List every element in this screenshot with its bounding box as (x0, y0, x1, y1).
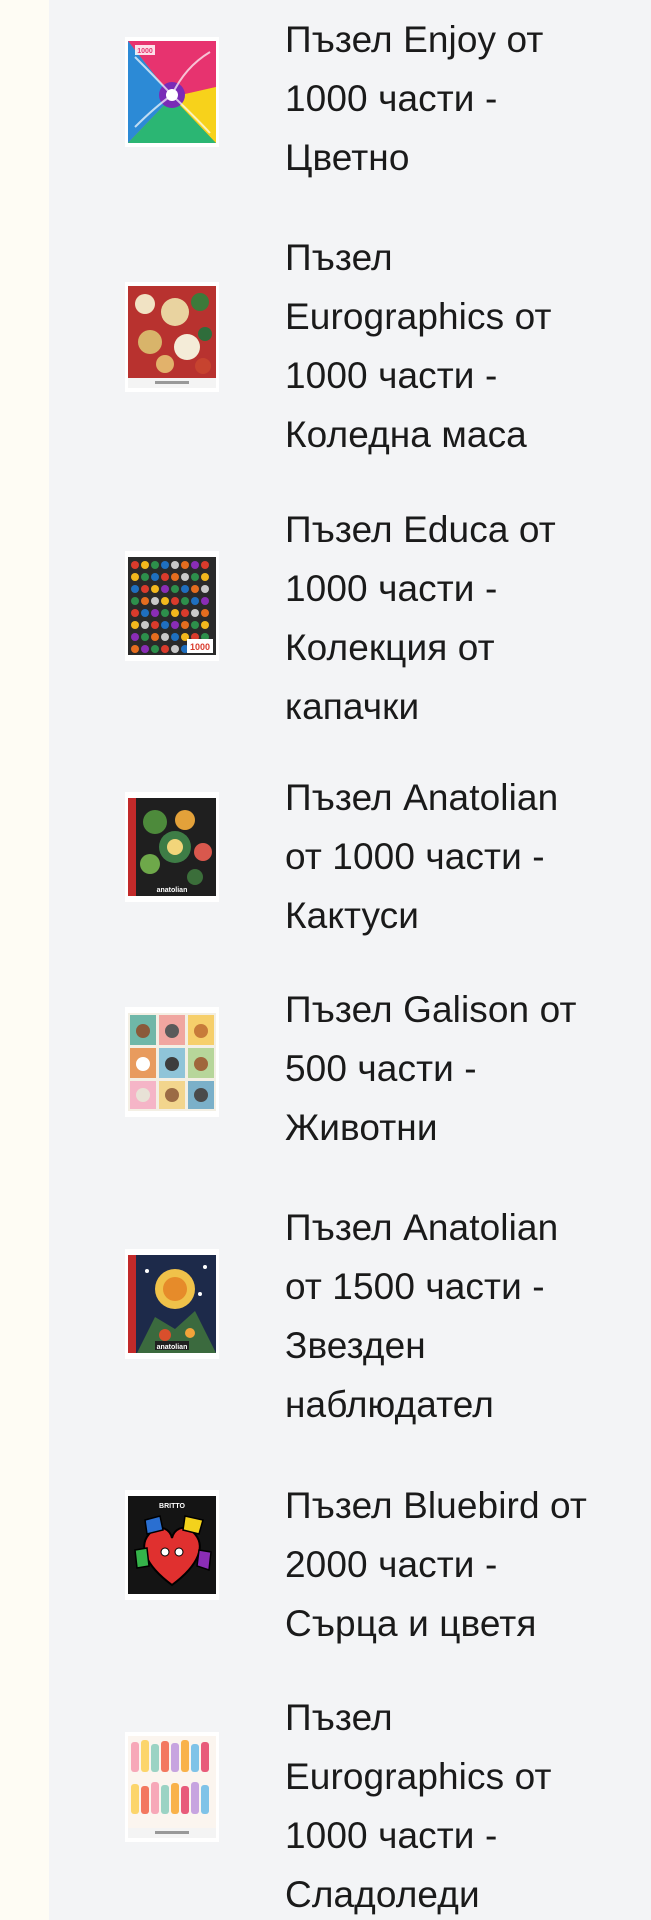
product-item[interactable]: anatolian Пъзел Anatolian от 1000 части … (49, 762, 651, 974)
product-item[interactable]: BRITTO Пъзел Bluebird от 2000 части - Съ… (49, 1470, 651, 1682)
product-item[interactable]: Пъзел Eurographics от 1000 части - Колед… (49, 218, 651, 490)
product-title[interactable]: Пъзел Eurographics от 1000 части - Колед… (285, 228, 645, 464)
puzzle-box-image: 1000 (125, 551, 219, 661)
product-title[interactable]: Пъзел Bluebird от 2000 части - Сърца и ц… (285, 1476, 645, 1653)
puzzle-box-image (125, 282, 219, 392)
product-thumbnail[interactable]: 1000 (125, 551, 219, 661)
puzzle-box-image (125, 1007, 219, 1117)
product-item[interactable]: 1000 Пъзел Enjoy от 1000 части - Цветно (49, 0, 651, 218)
product-list-panel: 1000 Пъзел Enjoy от 1000 части - Цветно (49, 0, 651, 1920)
puzzle-box-image: BRITTO (125, 1490, 219, 1600)
product-title[interactable]: Пъзел Anatolian от 1500 части - Звезден … (285, 1198, 645, 1434)
product-item[interactable]: Пъзел Galison от 500 части - Животни (49, 974, 651, 1192)
box-piece-count: 1000 (190, 642, 210, 652)
puzzle-box-image: 1000 (125, 37, 219, 147)
puzzle-box-image (125, 1732, 219, 1842)
product-item[interactable]: Пъзел Eurographics от 1000 части - Сладо… (49, 1682, 651, 1920)
product-title[interactable]: Пъзел Eurographics от 1000 части - Сладо… (285, 1688, 645, 1920)
product-title[interactable]: Пъзел Enjoy от 1000 части - Цветно (285, 10, 645, 187)
box-brand-text: anatolian (157, 887, 188, 894)
product-item[interactable]: 1000 Пъзел Educa от 1000 части - Колекци… (49, 490, 651, 762)
product-title[interactable]: Пъзел Galison от 500 части - Животни (285, 980, 645, 1157)
product-thumbnail[interactable] (125, 1732, 219, 1842)
product-thumbnail[interactable] (125, 1007, 219, 1117)
product-thumbnail[interactable]: BRITTO (125, 1490, 219, 1600)
box-brand-text: BRITTO (159, 1503, 185, 1510)
product-thumbnail[interactable]: 1000 (125, 37, 219, 147)
puzzle-box-image: anatolian (125, 792, 219, 902)
product-thumbnail[interactable]: anatolian (125, 792, 219, 902)
product-item[interactable]: anatolian Пъзел Anatolian от 1500 части … (49, 1192, 651, 1470)
product-thumbnail[interactable]: anatolian (125, 1249, 219, 1359)
puzzle-box-image: anatolian (125, 1249, 219, 1359)
product-thumbnail[interactable] (125, 282, 219, 392)
box-logo-text: 1000 (137, 48, 153, 55)
box-brand-text: anatolian (157, 1344, 188, 1351)
product-title[interactable]: Пъзел Educa от 1000 части - Колекция от … (285, 500, 645, 736)
left-margin (0, 0, 49, 1920)
product-title[interactable]: Пъзел Anatolian от 1000 части - Кактуси (285, 768, 645, 945)
